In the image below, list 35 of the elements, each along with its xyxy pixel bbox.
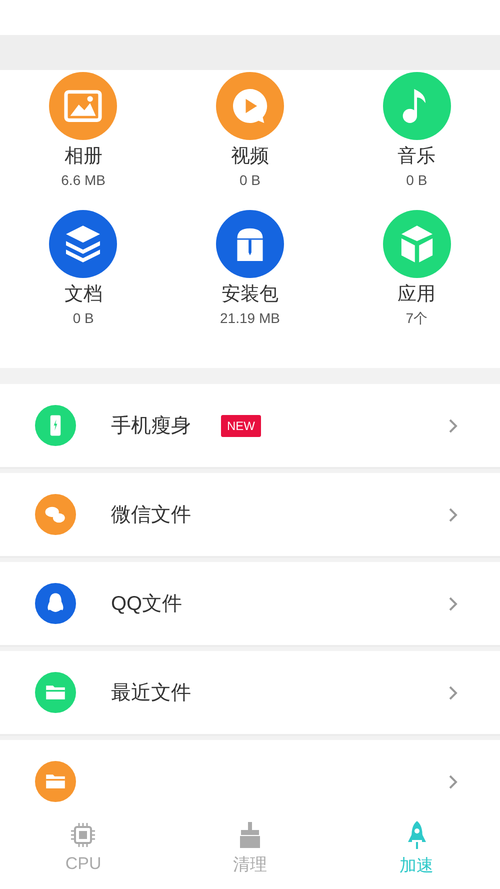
menu-label: QQ文件 <box>111 592 182 616</box>
menu-row[interactable] <box>0 740 500 809</box>
menu-row[interactable]: QQ文件 <box>0 562 500 647</box>
chevron-right-icon <box>448 418 458 434</box>
chevron-right-icon <box>448 596 458 612</box>
menu-row[interactable]: 最近文件 <box>0 651 500 736</box>
chevron-right-icon <box>448 506 458 522</box>
menu-label: 最近文件 <box>111 680 191 706</box>
category-tile[interactable]: 视频 0 B <box>166 72 334 190</box>
category-label: 应用 <box>398 283 436 307</box>
category-tile[interactable]: 安装包 21.19 MB <box>166 210 334 328</box>
category-label: 音乐 <box>398 145 436 169</box>
category-tile[interactable]: 音乐 0 B <box>333 72 500 190</box>
menu-row[interactable]: 微信文件 <box>0 473 500 558</box>
category-tile[interactable]: 应用 7个 <box>333 210 500 328</box>
menu-label: 手机瘦身 <box>111 414 191 438</box>
category-label: 视频 <box>230 145 269 169</box>
chevron-right-icon <box>448 774 458 790</box>
menu-label: 微信文件 <box>111 502 191 528</box>
category-size: 0 B <box>72 309 94 328</box>
category-size: 0 B <box>406 171 428 190</box>
new-badge: NEW <box>221 414 261 436</box>
rocket-icon <box>406 820 428 850</box>
category-label: 文档 <box>64 283 102 307</box>
category-label: 安装包 <box>221 283 278 307</box>
category-size: 21.19 MB <box>220 309 280 328</box>
category-tile[interactable]: 相册 6.6 MB <box>0 72 167 190</box>
category-size: 0 B <box>239 171 260 190</box>
category-label: 相册 <box>64 145 102 169</box>
category-tile[interactable]: 文档 0 B <box>0 210 167 328</box>
category-size: 7个 <box>406 309 428 328</box>
menu-row[interactable]: 手机瘦身 NEW <box>0 384 500 469</box>
category-size: 6.6 MB <box>61 171 106 190</box>
chevron-right-icon <box>448 684 458 700</box>
chip-icon <box>70 822 96 848</box>
